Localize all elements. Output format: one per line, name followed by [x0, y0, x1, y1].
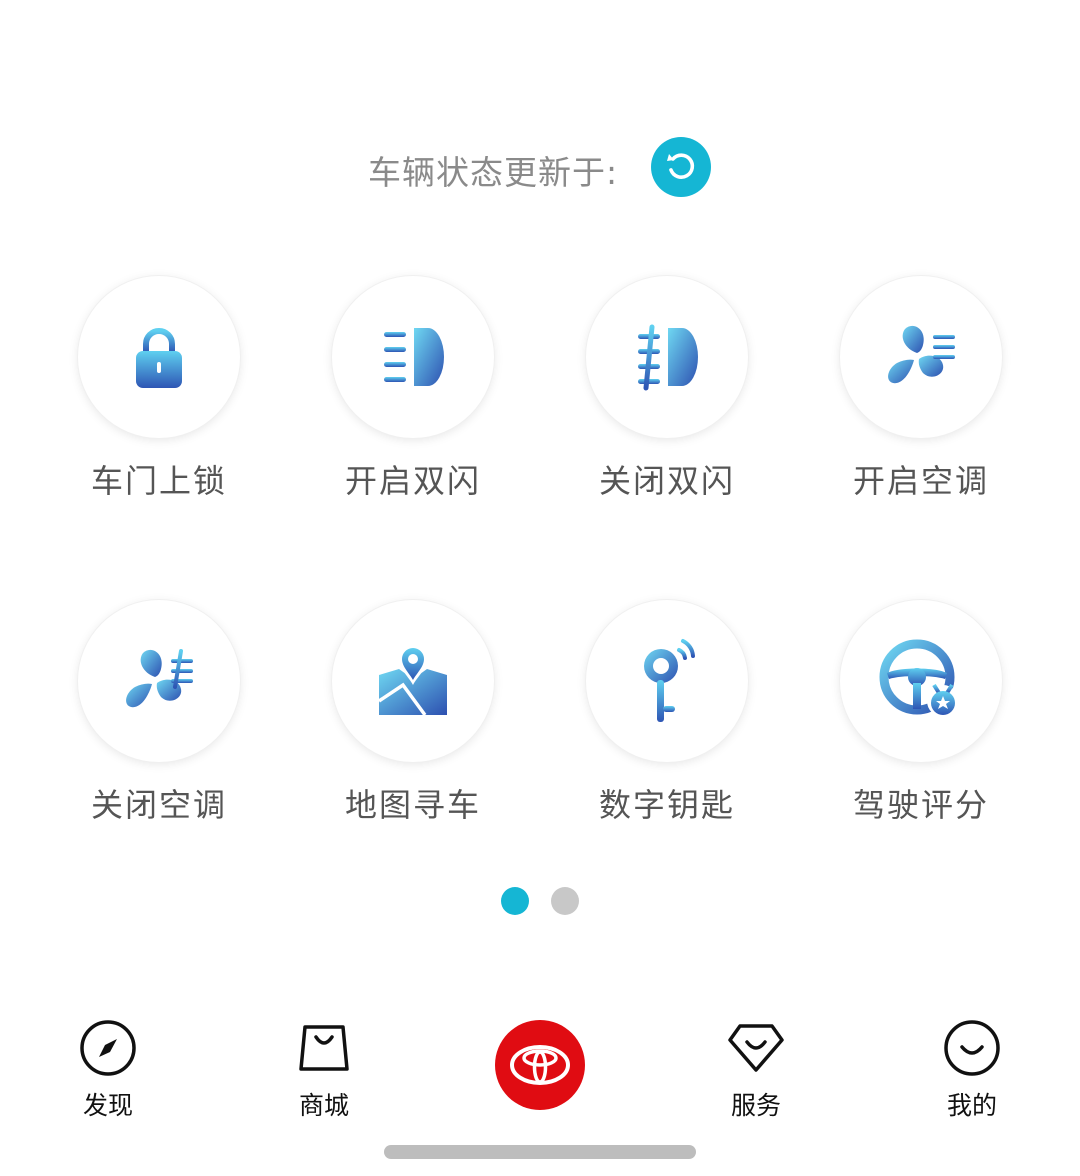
control-find-car[interactable]: 地图寻车 — [328, 600, 498, 826]
tab-label: 发现 — [82, 1091, 133, 1120]
tab-home-toyota[interactable] — [495, 1020, 585, 1110]
control-circle[interactable] — [840, 276, 1002, 438]
page-dot-inactive[interactable] — [551, 887, 579, 915]
control-circle[interactable] — [332, 276, 494, 438]
tab-label: 我的 — [946, 1091, 997, 1120]
control-circle[interactable] — [332, 600, 494, 762]
digital-key-icon — [644, 639, 695, 722]
control-circle[interactable] — [840, 600, 1002, 762]
control-ac-on[interactable]: 开启空调 — [836, 276, 1006, 502]
control-label: 关闭空调 — [90, 786, 227, 824]
vehicle-status-label: 车辆状态更新于: — [368, 153, 619, 192]
tab-label: 商城 — [298, 1091, 349, 1120]
control-label: 开启空调 — [852, 462, 989, 500]
tab-mine[interactable]: 我的 — [912, 1018, 1032, 1122]
ac-on-icon — [888, 325, 955, 384]
tab-service[interactable]: 服务 — [696, 1018, 816, 1122]
shopping-bag-icon — [299, 1025, 349, 1071]
control-hazard-on[interactable]: 开启双闪 — [328, 276, 498, 502]
refresh-icon — [667, 153, 695, 179]
control-label: 地图寻车 — [344, 786, 481, 824]
control-circle[interactable] — [586, 600, 748, 762]
toyota-logo-icon — [510, 1045, 570, 1085]
smile-icon — [944, 1020, 1000, 1076]
tab-mall[interactable]: 商城 — [264, 1018, 384, 1122]
control-label: 关闭双闪 — [598, 462, 735, 500]
control-ac-off[interactable]: 关闭空调 — [74, 600, 244, 826]
tab-label: 服务 — [730, 1091, 781, 1120]
headlight-on-icon — [384, 328, 444, 386]
map-pin-icon — [378, 645, 447, 717]
page-dot-active[interactable] — [501, 887, 529, 915]
control-circle[interactable] — [78, 276, 240, 438]
page-indicator[interactable] — [501, 887, 581, 915]
control-label: 驾驶评分 — [852, 786, 989, 824]
bottom-tab-bar: 发现 商城 服务 我的 — [0, 1010, 1080, 1130]
refresh-button[interactable] — [651, 137, 711, 197]
lock-icon — [136, 328, 182, 388]
control-circle[interactable] — [586, 276, 748, 438]
compass-icon — [80, 1020, 136, 1076]
control-driving-score[interactable]: 驾驶评分 — [836, 600, 1006, 826]
control-lock-doors[interactable]: 车门上锁 — [74, 276, 244, 502]
control-label: 数字钥匙 — [598, 786, 735, 824]
control-label: 车门上锁 — [90, 462, 227, 500]
home-indicator-bar[interactable] — [384, 1145, 696, 1159]
headlight-off-icon — [638, 324, 698, 391]
ac-off-icon — [126, 649, 193, 708]
control-label: 开启双闪 — [344, 462, 481, 500]
tab-discover[interactable]: 发现 — [48, 1018, 168, 1122]
control-circle[interactable] — [78, 600, 240, 762]
vehicle-status-row: 车辆状态更新于: — [0, 136, 1080, 198]
control-hazard-off[interactable]: 关闭双闪 — [582, 276, 752, 502]
diamond-icon — [728, 1024, 784, 1072]
control-digital-key[interactable]: 数字钥匙 — [582, 600, 752, 826]
steering-wheel-badge-icon — [879, 639, 959, 717]
